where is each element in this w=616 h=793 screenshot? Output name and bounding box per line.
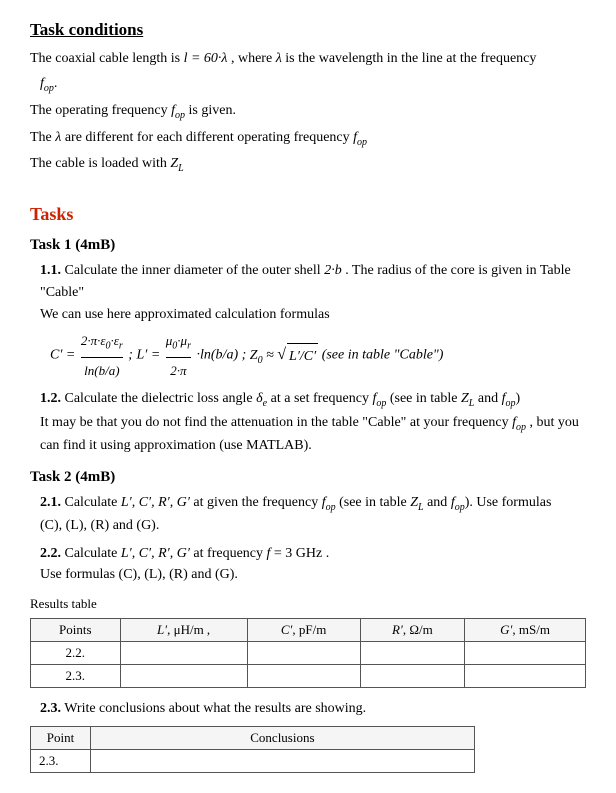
row22-L bbox=[120, 641, 247, 664]
table-row: 2.3. bbox=[31, 749, 475, 772]
task1-title: Task 1 (4mB) bbox=[30, 237, 586, 254]
task2-title: Task 2 (4mB) bbox=[30, 469, 586, 486]
task1-sub1-label: 1.1. bbox=[40, 263, 61, 278]
task1-sub2-label: 1.2. bbox=[40, 391, 61, 406]
task1-sub2-line1: 1.2. Calculate the dielectric loss angle… bbox=[40, 388, 586, 411]
formula-l-frac: μ0·μr 2·π bbox=[166, 329, 191, 382]
conclusions-header-row: Point Conclusions bbox=[31, 726, 475, 749]
formula-c-num: 2·π·ε0·εr bbox=[81, 329, 123, 358]
task2-sub2-line2: Use formulas (C), (L), (R) and (G). bbox=[40, 564, 586, 586]
task1-sub1: 1.1. Calculate the inner diameter of the… bbox=[40, 260, 586, 382]
task2-sub1: 2.1. Calculate L′, C′, R′, G′ at given t… bbox=[40, 492, 586, 537]
table-row: 2.3. bbox=[31, 664, 586, 687]
results-table: Points L′, μH/m , C′, pF/m R′, Ω/m G′, m… bbox=[30, 618, 586, 688]
task1-sub2-line2: It may be that you do not find the atten… bbox=[40, 412, 586, 435]
task1-sub2: 1.2. Calculate the dielectric loss angle… bbox=[40, 388, 586, 456]
task1-sub2-line3: can find it using approximation (use MAT… bbox=[40, 435, 586, 457]
table-row: 2.2. bbox=[31, 641, 586, 664]
formula-c-den: ln(b/a) bbox=[84, 358, 119, 382]
formula-l-num: μ0·μr bbox=[166, 329, 191, 358]
formula-z-label: Z0 ≈ bbox=[250, 348, 277, 363]
intro-formula-l: l = 60·λ bbox=[184, 51, 228, 66]
row23-point: 2.3. bbox=[31, 664, 121, 687]
intro-line1-text: The coaxial cable length is bbox=[30, 51, 184, 66]
task1-sub1-line1: 1.1. Calculate the inner diameter of the… bbox=[40, 260, 586, 303]
results-col-G: G′, mS/m bbox=[465, 618, 586, 641]
intro-lambda: λ bbox=[276, 51, 282, 66]
task2-sub1-line2: (C), (L), (R) and (G). bbox=[40, 515, 586, 537]
intro-line2: The operating frequency fop is given. bbox=[30, 100, 586, 123]
page-title: Task conditions bbox=[30, 20, 586, 40]
intro-line4: The cable is loaded with ZL bbox=[30, 153, 586, 176]
task2-sub2-label: 2.2. bbox=[40, 546, 61, 561]
intro-line1-is: is the wavelength in the line at the fre… bbox=[285, 51, 536, 66]
task2-sub3: 2.3. Write conclusions about what the re… bbox=[40, 698, 586, 720]
results-col-L: L′, μH/m , bbox=[120, 618, 247, 641]
conclusions-row-point: 2.3. bbox=[31, 749, 91, 772]
intro-f-op: fop. bbox=[40, 73, 586, 96]
row23-C bbox=[247, 664, 360, 687]
formula-l-den: 2·π bbox=[170, 358, 186, 382]
intro-line3: The λ are different for each different o… bbox=[30, 127, 586, 150]
formula-z-end: (see in table "Cable") bbox=[322, 348, 444, 363]
formula-l-label: L′ = bbox=[136, 348, 163, 363]
results-col-points: Points bbox=[31, 618, 121, 641]
conclusions-table: Point Conclusions 2.3. bbox=[30, 726, 475, 773]
conclusions-row-text bbox=[91, 749, 475, 772]
row22-C bbox=[247, 641, 360, 664]
sqrt-content: L′/C′ bbox=[287, 343, 318, 369]
results-table-header-row: Points L′, μH/m , C′, pF/m R′, Ω/m G′, m… bbox=[31, 618, 586, 641]
intro-fop-sub: op bbox=[44, 83, 54, 94]
row23-L bbox=[120, 664, 247, 687]
intro-line1-where: , where bbox=[231, 51, 276, 66]
formula-l-end: ·ln(b/a) ; bbox=[196, 348, 249, 363]
conclusions-col-text: Conclusions bbox=[91, 726, 475, 749]
conclusions-col-point: Point bbox=[31, 726, 91, 749]
results-col-C: C′, pF/m bbox=[247, 618, 360, 641]
task2-sub3-label: 2.3. bbox=[40, 701, 61, 716]
task2-sub3-line1: 2.3. Write conclusions about what the re… bbox=[40, 698, 586, 720]
results-label: Results table bbox=[30, 596, 586, 612]
row23-G bbox=[465, 664, 586, 687]
tasks-heading: Tasks bbox=[30, 204, 586, 225]
formula-z-sqrt: √ L′/C′ bbox=[277, 341, 318, 370]
row22-G bbox=[465, 641, 586, 664]
task1-sub1-line2: We can use here approximated calculation… bbox=[40, 304, 586, 326]
task2-sub2: 2.2. Calculate L′, C′, R′, G′ at frequen… bbox=[40, 543, 586, 586]
row22-point: 2.2. bbox=[31, 641, 121, 664]
row22-R bbox=[360, 641, 464, 664]
task2-sub1-label: 2.1. bbox=[40, 495, 61, 510]
intro-line1: The coaxial cable length is l = 60·λ , w… bbox=[30, 48, 586, 69]
task1-formula-line: C′ = 2·π·ε0·εr ln(b/a) ; L′ = μ0·μr 2·π … bbox=[50, 329, 586, 382]
results-col-R: R′, Ω/m bbox=[360, 618, 464, 641]
row23-R bbox=[360, 664, 464, 687]
task2-sub1-line1: 2.1. Calculate L′, C′, R′, G′ at given t… bbox=[40, 492, 586, 515]
formula-c-frac: 2·π·ε0·εr ln(b/a) bbox=[81, 329, 123, 382]
task2-sub2-line1: 2.2. Calculate L′, C′, R′, G′ at frequen… bbox=[40, 543, 586, 565]
formula-c-label: C′ = bbox=[50, 348, 79, 363]
sqrt-symbol: √ bbox=[277, 341, 286, 370]
